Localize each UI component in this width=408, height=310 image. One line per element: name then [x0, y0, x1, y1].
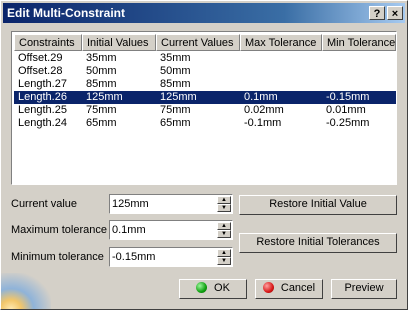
column-header-initial-values[interactable]: Initial Values — [82, 34, 156, 51]
constraints-table[interactable]: Constraints Initial Values Current Value… — [11, 31, 397, 185]
max-tolerance-cell: 0.1mm — [244, 91, 278, 103]
spin-down-icon[interactable]: ▼ — [217, 204, 231, 212]
current-value-cell: 50mm — [160, 65, 191, 77]
min-tolerance-cell: 0.01mm — [326, 104, 366, 116]
max-tolerance-cell: 0.02mm — [244, 104, 284, 116]
constraint-name-cell: Length.24 — [18, 117, 67, 129]
current-value-label: Current value — [11, 198, 78, 210]
spin-up-icon[interactable]: ▲ — [217, 249, 231, 257]
min-tolerance-cell — [322, 65, 396, 78]
minimum-tolerance-spinner[interactable]: ▲ ▼ — [109, 247, 233, 267]
column-header-current-values[interactable]: Current Values — [156, 34, 240, 51]
initial-value-cell: 35mm — [86, 52, 117, 64]
close-button[interactable]: × — [387, 6, 403, 20]
ok-button[interactable]: OK — [179, 279, 247, 299]
maximum-tolerance-spinner[interactable]: ▲ ▼ — [109, 220, 233, 240]
table-row[interactable]: Length.24 65mm 65mm -0.1mm -0.25mm — [14, 117, 396, 130]
spin-down-icon[interactable]: ▼ — [217, 257, 231, 265]
table-row[interactable]: Length.25 75mm 75mm 0.02mm 0.01mm — [14, 104, 396, 117]
maximum-tolerance-label: Maximum tolerance — [11, 224, 107, 236]
help-button[interactable]: ? — [369, 6, 385, 20]
constraint-name-cell: Offset.28 — [18, 65, 63, 77]
max-tolerance-cell — [240, 52, 322, 65]
initial-value-cell: 50mm — [86, 65, 117, 77]
min-tolerance-cell — [322, 78, 396, 91]
table-body: Offset.29 35mm 35mm Offset.28 50mm 50mm … — [14, 52, 396, 130]
current-value-cell: 35mm — [160, 52, 191, 64]
column-header-constraints[interactable]: Constraints — [14, 34, 82, 51]
restore-initial-value-button[interactable]: Restore Initial Value — [239, 195, 397, 215]
spin-up-icon[interactable]: ▲ — [217, 222, 231, 230]
current-value-cell: 85mm — [160, 78, 191, 90]
constraint-name-cell: Length.26 — [18, 91, 67, 103]
max-tolerance-cell — [240, 78, 322, 91]
initial-value-cell: 85mm — [86, 78, 117, 90]
maximum-tolerance-input[interactable] — [112, 223, 212, 237]
app-logo-glow-icon — [1, 273, 51, 309]
cancel-button[interactable]: Cancel — [255, 279, 323, 299]
minimum-tolerance-label: Minimum tolerance — [11, 251, 104, 263]
ok-icon — [196, 282, 208, 293]
table-row[interactable]: Length.27 85mm 85mm — [14, 78, 396, 91]
table-row[interactable]: Offset.29 35mm 35mm — [14, 52, 396, 65]
cancel-icon — [262, 282, 274, 293]
min-tolerance-cell: -0.25mm — [326, 117, 370, 129]
title-bar[interactable]: Edit Multi-Constraint ? × — [3, 3, 405, 23]
restore-initial-tolerances-button[interactable]: Restore Initial Tolerances — [239, 233, 397, 253]
initial-value-cell: 65mm — [86, 117, 117, 129]
preview-button[interactable]: Preview — [331, 279, 397, 299]
max-tolerance-cell: -0.1mm — [244, 117, 282, 129]
min-tolerance-cell — [322, 52, 396, 65]
current-value-cell: 125mm — [160, 91, 197, 103]
initial-value-cell: 125mm — [86, 91, 123, 103]
constraint-name-cell: Offset.29 — [18, 52, 63, 64]
table-header: Constraints Initial Values Current Value… — [14, 34, 396, 51]
cancel-label: Cancel — [280, 282, 316, 294]
column-header-min-tolerance[interactable]: Min Tolerance — [322, 34, 396, 51]
table-row-selected[interactable]: Length.26 125mm 125mm 0.1mm -0.15mm — [14, 91, 396, 104]
window-title: Edit Multi-Constraint — [7, 6, 125, 20]
spin-down-icon[interactable]: ▼ — [217, 230, 231, 238]
minimum-tolerance-spin-buttons: ▲ ▼ — [217, 249, 231, 265]
current-value-input[interactable] — [112, 197, 212, 211]
min-tolerance-cell: -0.15mm — [326, 91, 370, 103]
initial-value-cell: 75mm — [86, 104, 117, 116]
current-value-cell: 65mm — [160, 117, 191, 129]
current-value-spin-buttons: ▲ ▼ — [217, 196, 231, 212]
table-row[interactable]: Offset.28 50mm 50mm — [14, 65, 396, 78]
maximum-tolerance-spin-buttons: ▲ ▼ — [217, 222, 231, 238]
spin-up-icon[interactable]: ▲ — [217, 196, 231, 204]
constraint-name-cell: Length.27 — [18, 78, 67, 90]
current-value-cell: 75mm — [160, 104, 191, 116]
minimum-tolerance-input[interactable] — [112, 250, 212, 264]
current-value-spinner[interactable]: ▲ ▼ — [109, 194, 233, 214]
ok-label: OK — [214, 282, 230, 294]
constraint-name-cell: Length.25 — [18, 104, 67, 116]
edit-multi-constraint-dialog: Edit Multi-Constraint ? × Constraints In… — [0, 0, 408, 310]
max-tolerance-cell — [240, 65, 322, 78]
column-header-max-tolerance[interactable]: Max Tolerance — [240, 34, 322, 51]
